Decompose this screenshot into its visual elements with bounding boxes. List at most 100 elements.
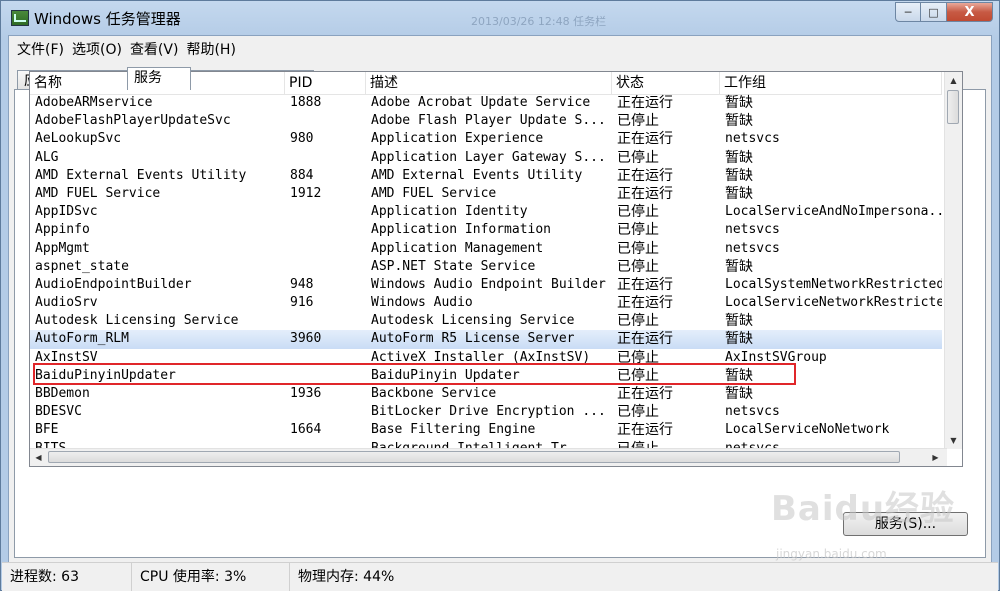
table-row[interactable]: AudioEndpointBuilder 948 Windows Audio End… [30,276,942,294]
cell-pid: 1912 [290,185,322,201]
table-row[interactable]: AxInstSV ActiveX Installer (AxInstSV) 已停止 A… [30,349,942,367]
minimize-icon: ─ [904,5,912,19]
cell-name: AMD FUEL Service [35,185,161,201]
table-row[interactable]: aspnet_state ASP.NET State Service 已停止 暂缺 [30,258,942,276]
vertical-scrollbar[interactable]: ▲ ▼ [944,72,962,449]
caption-buttons: ─ □ X [895,2,993,23]
cell-description: Adobe Flash Player Update S... [371,113,606,129]
table-row[interactable]: BDESVC BitLocker Drive Encryption ... 已停止 n… [30,403,942,421]
cell-pid [285,349,366,367]
scroll-up-icon[interactable]: ▲ [945,72,962,89]
task-manager-icon [11,10,29,26]
tab-services[interactable]: 服务 [127,67,191,90]
column-header-description[interactable]: 描述 [366,72,612,94]
cell-status: 已停止 [617,349,659,366]
cell-pid [285,221,366,239]
scroll-left-icon[interactable]: ◀ [30,449,47,466]
cell-group: 暂缺 [725,167,753,184]
cell-group: 暂缺 [725,185,753,202]
cell-description: AMD FUEL Service [371,185,497,201]
services-list[interactable]: ▲ 名称 PID 描述 状态 工作组 AdobeARMservice1888Ad… [29,71,963,467]
cell-description: Backbone Service [371,386,497,401]
table-row[interactable]: BaiduPinyinUpdater BaiduPinyin Updater 已停止… [30,367,942,385]
cell-group: 暂缺 [725,367,753,384]
cell-pid: 980 [290,131,314,147]
cell-description: BaiduPinyin Updater [371,367,520,383]
table-row[interactable]: ALG Application Layer Gateway S... 已停止 暂缺 [30,149,942,167]
cell-name: AudioSrv [35,295,98,311]
table-row[interactable]: AMD FUEL Service 1912 AMD FUEL Service 正在运行… [30,185,942,203]
background-ghost-text: 2013/03/26 12:48 任务栏 [471,15,607,28]
status-bar: 进程数: 63 CPU 使用率: 3% 物理内存: 44% [2,562,998,591]
scroll-down-icon[interactable]: ▼ [945,432,962,449]
cell-description: Application Identity [371,204,528,220]
cell-pid: 884 [290,167,314,183]
scroll-right-icon[interactable]: ▶ [927,449,944,466]
cell-group: netsvcs [725,240,780,256]
task-manager-window: Windows 任务管理器 2013/03/26 12:48 任务栏 ─ □ X… [0,0,1000,591]
cell-group: AxInstSVGroup [725,349,827,365]
table-row[interactable]: AudioSrv 916 Windows Audio 正在运行 LocalService… [30,294,942,312]
list-rows: AdobeARMservice 1888 Adobe Acrobat Update … [30,94,942,458]
cell-name: ALG [35,149,59,165]
baidu-watermark-url: jingyan.baidu.com [776,547,887,561]
cell-description: ASP.NET State Service [371,258,536,274]
cell-name: AutoForm_RLM [35,331,129,347]
close-icon: X [964,4,975,20]
cell-name: BaiduPinyinUpdater [35,367,176,383]
cell-pid [285,149,366,167]
table-row[interactable]: AppIDSvc Application Identity 已停止 LocalServ… [30,203,942,221]
cell-pid [285,367,366,385]
column-header-group[interactable]: 工作组 [720,72,942,94]
cell-description: Application Management [371,240,544,256]
table-row[interactable]: BBDemon 1936 Backbone Service 正在运行 暂缺 [30,385,942,403]
cell-description: Windows Audio Endpoint Builder [371,276,606,292]
cell-name: BDESVC [35,404,82,420]
table-row[interactable]: AdobeFlashPlayerUpdateSvc Adobe Flash Pla… [30,112,942,130]
cell-group: LocalServiceNoNetwork [725,422,890,438]
cell-group: netsvcs [725,222,780,238]
table-row[interactable]: Appinfo Application Information 已停止 netsvcs [30,221,942,239]
cell-group: 暂缺 [725,258,753,275]
column-header-status[interactable]: 状态 [612,72,720,94]
table-row[interactable]: AutoForm_RLM 3960 AutoForm R5 License Serv… [30,330,942,349]
cell-description: Base Filtering Engine [371,422,536,438]
table-row[interactable]: AdobeARMservice 1888 Adobe Acrobat Update … [30,94,942,112]
maximize-icon: □ [928,5,939,19]
menu-help[interactable]: 帮助(H) [182,36,239,58]
horizontal-scroll-thumb[interactable] [48,451,900,463]
status-memory-usage: 物理内存: 44% [298,569,395,585]
horizontal-scrollbar[interactable]: ◀ ▶ [30,448,947,466]
menu-view[interactable]: 查看(V) [126,36,183,58]
cell-name: BBDemon [35,386,90,401]
cell-status: 正在运行 [617,131,673,148]
table-row[interactable]: AeLookupSvc 980 Application Experience 正在运行… [30,130,942,148]
cell-name: AxInstSV [35,349,98,365]
cell-name: AMD External Events Utility [35,167,247,183]
cell-name: Appinfo [35,222,90,238]
menu-file[interactable]: 文件(F) [13,36,68,58]
table-row[interactable]: BFE 1664 Base Filtering Engine 正在运行 LocalSer… [30,421,942,439]
cell-group: 暂缺 [725,95,753,111]
cell-status: 正在运行 [617,331,673,348]
cell-status: 已停止 [617,367,659,384]
cell-group: 暂缺 [725,149,753,166]
cell-status: 已停止 [617,222,659,239]
close-button[interactable]: X [947,2,993,22]
menu-options[interactable]: 选项(O) [68,36,126,58]
vertical-scroll-thumb[interactable] [947,90,959,124]
maximize-button[interactable]: □ [921,2,947,22]
minimize-button[interactable]: ─ [895,2,921,22]
column-header-pid[interactable]: PID [285,72,366,94]
cell-group: 暂缺 [725,386,753,402]
cell-pid [285,403,366,421]
table-row[interactable]: AMD External Events Utility 884 AMD Extern… [30,167,942,185]
cell-group: LocalServiceAndNoImpersona.. [725,204,942,220]
cell-status: 已停止 [617,149,659,166]
title-bar[interactable]: Windows 任务管理器 2013/03/26 12:48 任务栏 ─ □ X [1,1,999,35]
table-row[interactable]: AppMgmt Application Management 已停止 netsvcs [30,240,942,258]
cell-group: 暂缺 [725,331,753,348]
cell-description: Application Layer Gateway S... [371,149,606,165]
table-row[interactable]: Autodesk Licensing Service Autodesk Licen… [30,312,942,330]
cell-status: 正在运行 [617,185,673,202]
